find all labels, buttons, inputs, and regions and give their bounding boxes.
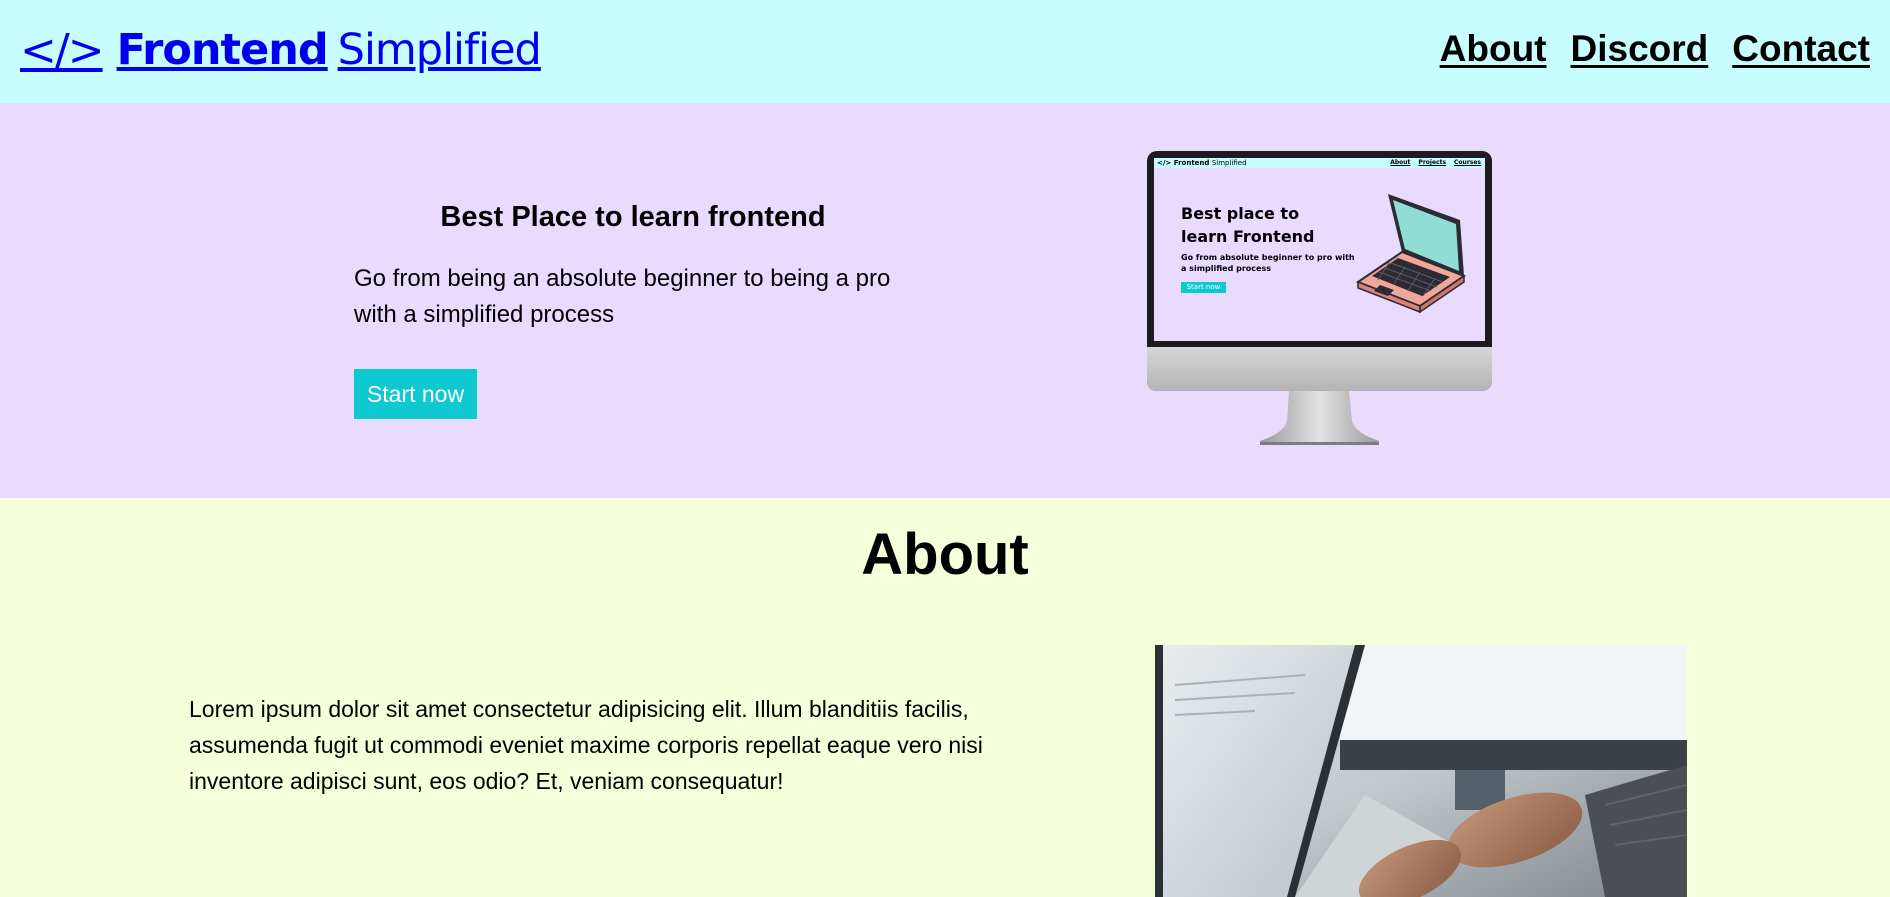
laptop-typing-photo: [1155, 645, 1687, 897]
about-text: Lorem ipsum dolor sit amet consectetur a…: [189, 696, 983, 794]
monitor-stand: [1260, 391, 1379, 445]
mini-nav-projects: Projects: [1418, 159, 1447, 166]
monitor-chin: [1147, 347, 1492, 391]
monitor-screen: </> Frontend Simplified About Projects C…: [1154, 158, 1485, 341]
logo-text-light: Simplified: [337, 25, 542, 75]
nav-link-about[interactable]: About: [1440, 28, 1547, 70]
mini-nav: About Projects Courses: [1390, 158, 1481, 168]
about-section: About Lorem ipsum dolor sit amet consect…: [0, 498, 1890, 897]
mini-start-button: Start now: [1181, 282, 1226, 293]
monitor-illustration: </> Frontend Simplified About Projects C…: [1147, 151, 1492, 446]
nav-link-discord[interactable]: Discord: [1571, 28, 1709, 70]
mini-nav-about: About: [1390, 159, 1411, 166]
code-brackets-icon: </>: [20, 24, 105, 76]
hero-title: Best Place to learn frontend: [440, 201, 826, 233]
hero-section: Best Place to learn frontend Go from bei…: [0, 103, 1890, 498]
mini-nav-courses: Courses: [1454, 159, 1481, 166]
mini-logo: </> Frontend Simplified: [1157, 158, 1247, 168]
start-now-button[interactable]: Start now: [354, 369, 477, 419]
hero-subtitle: Go from being an absolute beginner to be…: [354, 265, 891, 328]
mini-header: </> Frontend Simplified About Projects C…: [1154, 158, 1485, 168]
site-header: </> Frontend Simplified About Discord Co…: [0, 0, 1890, 103]
mini-logo-light: Simplified: [1211, 159, 1247, 167]
laptop-icon: [1355, 194, 1467, 314]
nav-link-contact[interactable]: Contact: [1732, 28, 1870, 70]
mini-logo-icon: </>: [1157, 159, 1172, 167]
mini-title: Best place to learn Frontend: [1181, 204, 1315, 246]
logo-text-strong: Frontend: [116, 25, 329, 75]
about-title: About: [861, 522, 1029, 587]
mini-logo-strong: Frontend: [1173, 159, 1210, 167]
site-logo[interactable]: </> Frontend Simplified: [20, 22, 542, 78]
mini-subtitle: Go from absolute beginner to pro with a …: [1181, 253, 1355, 273]
main-nav: About Discord Contact: [1440, 28, 1870, 70]
